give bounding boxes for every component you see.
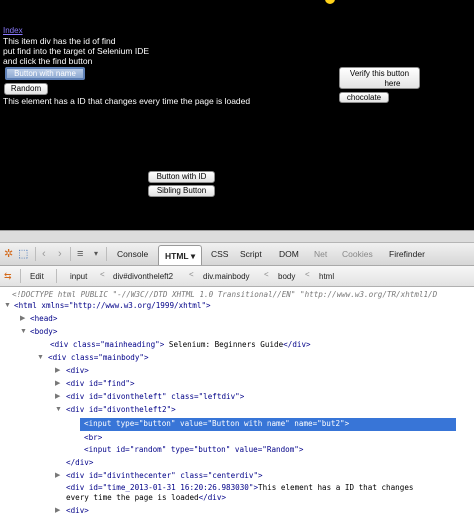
crumb-html[interactable]: html xyxy=(319,271,334,282)
verify-button[interactable]: Verify this button here xyxy=(339,67,420,89)
verify-button-line-1: Verify this button xyxy=(349,69,410,78)
web-page-viewport: Index This item div has the id of find p… xyxy=(0,0,474,230)
div-time-text-1: This element has a ID that changes xyxy=(258,483,414,492)
sibling-button[interactable]: Sibling Button xyxy=(148,185,215,197)
expand-arrow-icon[interactable]: ▶ xyxy=(55,506,60,516)
changing-id-text: This element has a ID that changes every… xyxy=(3,96,251,106)
edit-button[interactable]: Edit xyxy=(30,271,44,282)
last-div-node[interactable]: <div> xyxy=(66,506,89,516)
html-tree-view: <!DOCTYPE html PUBLIC "-//W3C//DTD XHTML… xyxy=(0,287,474,516)
div-time-close: </div> xyxy=(198,493,227,502)
div-center-node[interactable]: <div id="divinthecenter" class="centerdi… xyxy=(66,471,263,481)
chevron-down-icon[interactable]: ▾ xyxy=(191,251,195,261)
html-node[interactable]: <html xmlns="http://www.w3.org/1999/xhtm… xyxy=(14,301,211,311)
mainheading-text: Selenium: Beginners Guide xyxy=(168,340,284,349)
inspect-element-icon[interactable]: ⬚ xyxy=(18,248,28,260)
selected-node-highlight[interactable]: <input type="button" value="Button with … xyxy=(80,418,456,431)
expand-arrow-icon[interactable]: ▶ xyxy=(55,471,60,481)
div-node[interactable]: <div> xyxy=(66,366,89,376)
back-arrow-icon[interactable]: ‹ xyxy=(42,248,46,260)
breadcrumb: ⇆ Edit input < div#divontheleft2 < div.m… xyxy=(0,266,474,287)
input-random-node[interactable]: <input id="random" type="button" value="… xyxy=(84,445,303,455)
crumb-separator-icon: < xyxy=(100,270,105,279)
toolbar-separator xyxy=(35,247,36,261)
panel-menu-icon[interactable]: ≡ xyxy=(77,248,83,260)
layout-toggle-icon[interactable]: ⇆ xyxy=(4,270,12,282)
expand-arrow-icon[interactable]: ▶ xyxy=(55,379,60,389)
br-node[interactable]: <br> xyxy=(84,433,102,443)
tab-css[interactable]: CSS xyxy=(211,248,228,260)
chocolate-button[interactable]: chocolate xyxy=(339,92,389,103)
head-node[interactable]: <head> xyxy=(30,314,57,324)
intro-line-3: and click the find button xyxy=(3,56,93,66)
tab-console[interactable]: Console xyxy=(117,248,148,260)
toolbar-separator xyxy=(56,269,57,283)
chevron-down-icon[interactable]: ▾ xyxy=(94,248,98,260)
intro-line-1: This item div has the id of find xyxy=(3,36,116,46)
crumb-separator-icon: < xyxy=(305,270,310,279)
collapse-arrow-icon[interactable]: ▼ xyxy=(55,405,62,415)
body-node[interactable]: <body> xyxy=(30,327,57,337)
tab-net[interactable]: Net xyxy=(314,248,327,260)
div-leftdiv-node[interactable]: <div id="divontheleft" class="leftdiv"> xyxy=(66,392,244,402)
random-button[interactable]: Random xyxy=(4,83,48,95)
intro-line-2: put find into the target of Selenium IDE xyxy=(3,46,150,56)
expand-arrow-icon[interactable]: ▶ xyxy=(55,366,60,376)
toolbar-separator xyxy=(70,247,71,261)
tab-script[interactable]: Script xyxy=(240,248,262,260)
expand-arrow-icon[interactable]: ▶ xyxy=(55,392,60,402)
div-close-node: </div> xyxy=(66,458,94,467)
firebug-panel: ✲ ⬚ ‹ › ≡ ▾ Console HTML ▾ CSS Script DO… xyxy=(0,230,474,517)
doctype-node: <!DOCTYPE html PUBLIC "-//W3C//DTD XHTML… xyxy=(12,290,438,299)
firebug-bug-icon[interactable]: ✲ xyxy=(4,248,13,260)
toolbar-separator xyxy=(106,247,107,261)
tab-cookies[interactable]: Cookies xyxy=(342,248,373,260)
tab-firefinder[interactable]: Firefinder xyxy=(389,248,425,260)
firebug-tab-bar: ✲ ⬚ ‹ › ≡ ▾ Console HTML ▾ CSS Script DO… xyxy=(0,243,474,266)
button-with-id[interactable]: Button with ID xyxy=(148,171,215,183)
div-find-node[interactable]: <div id="find"> xyxy=(66,379,135,389)
tab-html-label: HTML xyxy=(165,251,189,261)
mainheading-node[interactable]: <div class="mainheading"> Selenium: Begi… xyxy=(50,340,311,350)
div-time-continued: every time the page is loaded</div> xyxy=(66,493,226,503)
index-link[interactable]: Index xyxy=(3,26,23,35)
crumb-mainbody[interactable]: div.mainbody xyxy=(203,271,250,282)
mainheading-tag: <div class="mainheading"> xyxy=(50,340,165,349)
input-but2-node[interactable]: <input type="button" value="Button with … xyxy=(84,419,349,429)
div-time-node[interactable]: <div id="time_2013-01-31 16:20:26.983030… xyxy=(66,483,413,493)
div-left2-node[interactable]: <div id="divontheleft2"> xyxy=(66,405,176,415)
collapse-arrow-icon[interactable]: ▼ xyxy=(4,301,11,311)
mainbody-node[interactable]: <div class="mainbody"> xyxy=(48,353,149,363)
toolbar-separator xyxy=(20,269,21,283)
button-with-name[interactable]: Button with name xyxy=(5,67,85,80)
panel-resize-bar[interactable] xyxy=(0,231,474,243)
crumb-input[interactable]: input xyxy=(70,271,87,282)
collapse-arrow-icon[interactable]: ▼ xyxy=(20,327,27,337)
crumb-divontheleft2[interactable]: div#divontheleft2 xyxy=(113,271,173,282)
crumb-body[interactable]: body xyxy=(278,271,295,282)
verify-button-line-2: here xyxy=(384,79,401,88)
mainheading-close: </div> xyxy=(283,340,311,349)
expand-arrow-icon[interactable]: ▶ xyxy=(20,314,25,324)
div-time-tag: <div id="time_2013-01-31 16:20:26.983030… xyxy=(66,483,259,492)
forward-arrow-icon[interactable]: › xyxy=(58,248,62,260)
header-logo-fragment xyxy=(325,0,335,4)
crumb-separator-icon: < xyxy=(264,270,269,279)
crumb-separator-icon: < xyxy=(189,270,194,279)
div-time-text-2: every time the page is loaded xyxy=(66,493,199,502)
collapse-arrow-icon[interactable]: ▼ xyxy=(37,353,44,363)
tab-dom[interactable]: DOM xyxy=(279,248,299,260)
tab-html[interactable]: HTML ▾ xyxy=(158,245,203,265)
